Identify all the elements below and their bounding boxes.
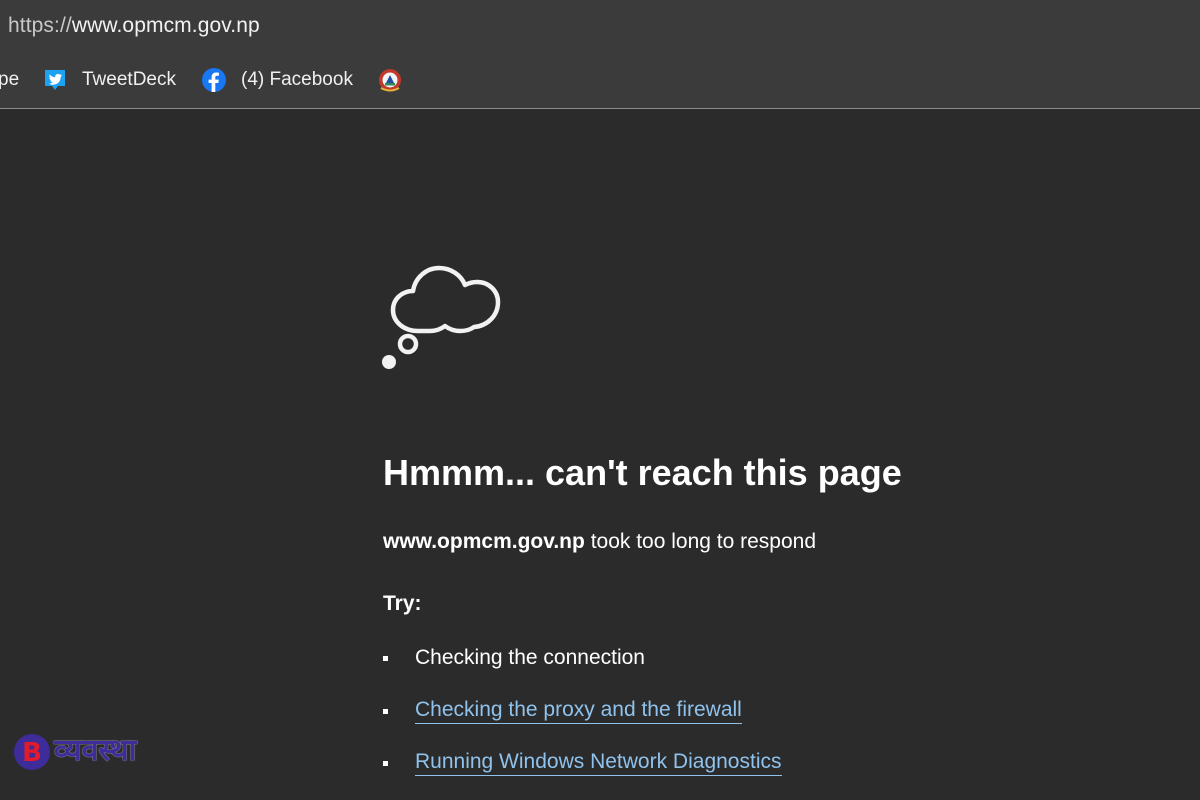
svg-text:B: B	[22, 738, 42, 768]
bookmark-tweetdeck[interactable]: TweetDeck	[42, 67, 176, 93]
watermark-text: व्यवस्था	[54, 733, 137, 768]
error-host: www.opmcm.gov.np	[383, 530, 585, 553]
facebook-icon	[201, 67, 227, 93]
watermark-logo: B व्यवस्था	[12, 728, 204, 776]
url-protocol: https://	[8, 14, 72, 37]
address-bar[interactable]: https://www.opmcm.gov.np	[0, 0, 1200, 51]
suggestion-link-network-diagnostics[interactable]: Running Windows Network Diagnostics	[415, 750, 782, 776]
suggestion-item: Checking the connection	[383, 646, 645, 670]
thought-cloud-icon	[378, 250, 508, 377]
error-detail: took too long to respond	[590, 530, 817, 553]
bookmark-facebook[interactable]: (4) Facebook	[201, 67, 353, 93]
watermark-b-icon: B	[14, 734, 50, 770]
government-emblem-icon	[377, 67, 403, 93]
try-label: Try:	[383, 592, 422, 615]
bookmark-government[interactable]	[377, 67, 417, 93]
bookmark-partial[interactable]: pe	[0, 67, 19, 93]
suggestion-text: Checking the connection	[415, 646, 645, 669]
bullet-icon	[383, 760, 388, 766]
bookmark-label: (4) Facebook	[241, 69, 353, 90]
page-title: Hmmm... can't reach this page	[383, 452, 902, 493]
suggestion-link-proxy-firewall[interactable]: Checking the proxy and the firewall	[415, 698, 742, 724]
bullet-icon	[383, 708, 388, 714]
twitter-icon	[42, 67, 68, 93]
suggestion-item: Running Windows Network Diagnostics	[383, 750, 782, 776]
bullet-icon	[383, 655, 388, 661]
bookmark-label: TweetDeck	[82, 69, 176, 90]
suggestion-item: Checking the proxy and the firewall	[383, 698, 742, 724]
bookmark-label: pe	[0, 69, 20, 90]
url-text[interactable]: https://www.opmcm.gov.np	[8, 14, 260, 38]
error-message: www.opmcm.gov.np took too long to respon…	[383, 530, 816, 554]
bookmarks-bar: pe TweetDeck (4) Facebook	[0, 51, 1200, 109]
url-host: www.opmcm.gov.np	[71, 14, 260, 37]
